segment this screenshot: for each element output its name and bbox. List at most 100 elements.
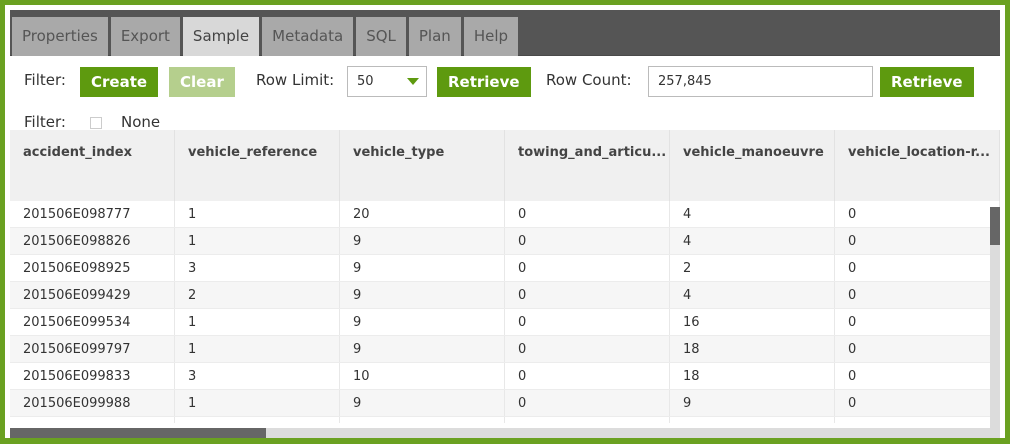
table-cell: 0	[835, 417, 1000, 423]
table-cell: 1	[175, 201, 340, 227]
table-cell: 0	[505, 390, 670, 416]
table-cell: 0	[505, 282, 670, 308]
table-cell: 0	[835, 363, 1000, 389]
row-count-label: Row Count:	[546, 71, 632, 89]
table-cell: 10	[340, 363, 505, 389]
table-cell: 0	[505, 255, 670, 281]
table-cell: 201506E098777	[10, 201, 175, 227]
table-cell: 0	[505, 228, 670, 254]
table-cell: 9	[340, 417, 505, 423]
row-limit-select[interactable]: 50	[347, 66, 427, 97]
table-cell: 201506E098826	[10, 228, 175, 254]
table-body: 201506E098777 1 20 0 4 0 201506E098826 1 9 0 4 0 201…	[10, 201, 1000, 423]
table-cell: 9	[670, 390, 835, 416]
table-cell: 3	[175, 363, 340, 389]
filter-none-label: None	[121, 113, 161, 131]
table-row[interactable]: 201506E098925 3 9 0 2 0	[10, 255, 1000, 282]
table-cell: 1	[175, 309, 340, 335]
table-cell: 0	[835, 201, 1000, 227]
table-cell: 201506E099534	[10, 309, 175, 335]
table-cell: 20	[340, 201, 505, 227]
sample-panel: Properties Export Sample Metadata SQL Pl…	[0, 0, 1010, 444]
row-limit-label: Row Limit:	[256, 71, 335, 89]
chevron-down-icon	[407, 78, 419, 85]
table-cell: 9	[340, 309, 505, 335]
table-cell: 4	[670, 201, 835, 227]
vertical-scroll-thumb[interactable]	[990, 207, 1000, 245]
table-cell: 201506E099797	[10, 336, 175, 362]
tab-properties[interactable]: Properties	[12, 17, 108, 56]
filter-checkbox[interactable]	[90, 117, 102, 129]
tab-sample[interactable]: Sample	[182, 17, 260, 56]
clear-button[interactable]: Clear	[169, 67, 235, 97]
table-cell: 3	[175, 255, 340, 281]
column-header[interactable]: vehicle_type	[340, 130, 505, 201]
table-cell: 0	[835, 228, 1000, 254]
sample-toolbar: Filter: Create Clear Row Limit: 50 Retri…	[10, 56, 1000, 131]
filter-label-secondary: Filter:	[24, 113, 66, 131]
table-row[interactable]: 201506E099797 1 9 0 18 0	[10, 336, 1000, 363]
table-header: accident_index vehicle_reference vehicle…	[10, 130, 1000, 201]
table-cell: 9	[340, 282, 505, 308]
table-row[interactable]: 201506E099988 1 9 0 9 0	[10, 390, 1000, 417]
table-cell: 1	[175, 390, 340, 416]
tab-bar: Properties Export Sample Metadata SQL Pl…	[10, 10, 1000, 56]
table-row[interactable]: 201506E099833 3 10 0 18 0	[10, 363, 1000, 390]
table-cell: 201506E099997	[10, 417, 175, 423]
retrieve-row-count-button[interactable]: Retrieve	[880, 67, 974, 97]
retrieve-button[interactable]: Retrieve	[437, 67, 531, 97]
table-cell: 0	[505, 336, 670, 362]
table-cell: 9	[340, 390, 505, 416]
table-cell: 9	[340, 336, 505, 362]
table-cell: 1	[175, 228, 340, 254]
table-cell: 1	[175, 336, 340, 362]
table-row[interactable]: 201506E099429 2 9 0 4 0	[10, 282, 1000, 309]
table-cell: 201506E099833	[10, 363, 175, 389]
table-cell: 201506E099429	[10, 282, 175, 308]
table-cell: 3	[670, 417, 835, 423]
table-cell: 4	[670, 282, 835, 308]
table-cell: 0	[505, 417, 670, 423]
table-cell: 4	[670, 228, 835, 254]
tab-metadata[interactable]: Metadata	[262, 17, 354, 56]
table-cell: 0	[835, 390, 1000, 416]
tab-plan[interactable]: Plan	[408, 17, 461, 56]
column-header[interactable]: accident_index	[10, 130, 175, 201]
table-cell: 2	[670, 255, 835, 281]
tabs: Properties Export Sample Metadata SQL Pl…	[12, 17, 521, 56]
column-header[interactable]: vehicle_location-r...	[835, 130, 1000, 201]
table-cell: 0	[835, 282, 1000, 308]
table-cell: 0	[835, 309, 1000, 335]
vertical-scrollbar[interactable]	[990, 207, 1000, 428]
table-cell: 18	[670, 363, 835, 389]
table-cell: 201506E099988	[10, 390, 175, 416]
table-cell: 3	[175, 417, 340, 423]
column-header[interactable]: vehicle_reference	[175, 130, 340, 201]
create-button[interactable]: Create	[80, 67, 159, 97]
table-cell: 9	[340, 228, 505, 254]
column-header[interactable]: towing_and_articu...	[505, 130, 670, 201]
table-cell: 0	[505, 201, 670, 227]
table-cell: 201506E098925	[10, 255, 175, 281]
row-limit-value: 50	[357, 74, 374, 89]
table-cell: 2	[175, 282, 340, 308]
row-count-field[interactable]: 257,845	[648, 66, 873, 97]
tab-sql[interactable]: SQL	[356, 17, 406, 56]
table-row[interactable]: 201506E09999739030	[10, 417, 1000, 423]
column-header[interactable]: vehicle_manoeuvre	[670, 130, 835, 201]
table-row[interactable]: 201506E098777 1 20 0 4 0	[10, 201, 1000, 228]
table-cell: 9	[340, 255, 505, 281]
tab-export[interactable]: Export	[110, 17, 180, 56]
horizontal-scroll-thumb[interactable]	[10, 428, 266, 438]
filter-label: Filter:	[24, 71, 66, 89]
table-row[interactable]: 201506E098826 1 9 0 4 0	[10, 228, 1000, 255]
table-cell: 0	[835, 255, 1000, 281]
sample-table: accident_index vehicle_reference vehicle…	[10, 130, 1000, 423]
table-cell: 16	[670, 309, 835, 335]
table-cell: 0	[505, 363, 670, 389]
table-cell: 0	[505, 309, 670, 335]
table-cell: 0	[835, 336, 1000, 362]
horizontal-scrollbar[interactable]	[10, 428, 1000, 438]
tab-help[interactable]: Help	[463, 17, 519, 56]
table-row[interactable]: 201506E099534 1 9 0 16 0	[10, 309, 1000, 336]
